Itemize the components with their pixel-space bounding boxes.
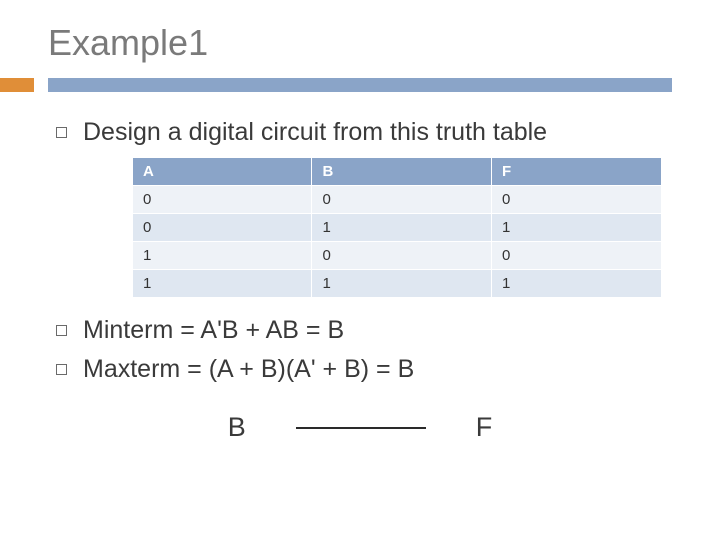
table-row: 0 0 0 <box>133 186 662 214</box>
horizontal-rule <box>48 78 672 92</box>
col-header-b: B <box>312 158 491 186</box>
circuit-diagram: B F <box>56 412 664 443</box>
square-bullet-icon <box>56 364 67 375</box>
cell: 0 <box>312 242 491 270</box>
cell: 0 <box>491 242 661 270</box>
title-underline <box>0 78 672 92</box>
cell: 0 <box>133 214 312 242</box>
cell: 0 <box>312 186 491 214</box>
cell: 1 <box>312 270 491 298</box>
bullet-maxterm-text: Maxterm = (A + B)(A' + B) = B <box>83 355 414 384</box>
bullet-minterm-text: Minterm = A'B + AB = B <box>83 316 344 345</box>
cell: 1 <box>491 270 661 298</box>
cell: 0 <box>491 186 661 214</box>
circuit-input-label: B <box>228 412 246 443</box>
bullet-design-text: Design a digital circuit from this truth… <box>83 118 547 147</box>
square-bullet-icon <box>56 127 67 138</box>
bullet-design: Design a digital circuit from this truth… <box>56 118 664 147</box>
accent-bar <box>0 78 34 92</box>
circuit-output-label: F <box>476 412 493 443</box>
truth-table: A B F 0 0 0 0 1 1 1 0 0 1 1 <box>132 157 662 298</box>
wire-icon <box>296 427 426 429</box>
cell: 0 <box>133 186 312 214</box>
cell: 1 <box>133 270 312 298</box>
col-header-f: F <box>491 158 661 186</box>
accent-gap <box>34 78 48 92</box>
bullet-maxterm: Maxterm = (A + B)(A' + B) = B <box>56 355 664 384</box>
content-area: Design a digital circuit from this truth… <box>0 92 720 443</box>
col-header-a: A <box>133 158 312 186</box>
table-header-row: A B F <box>133 158 662 186</box>
table-row: 1 0 0 <box>133 242 662 270</box>
cell: 1 <box>491 214 661 242</box>
table-row: 1 1 1 <box>133 270 662 298</box>
bullet-minterm: Minterm = A'B + AB = B <box>56 316 664 345</box>
cell: 1 <box>133 242 312 270</box>
table-row: 0 1 1 <box>133 214 662 242</box>
square-bullet-icon <box>56 325 67 336</box>
cell: 1 <box>312 214 491 242</box>
slide-title: Example1 <box>0 0 720 78</box>
